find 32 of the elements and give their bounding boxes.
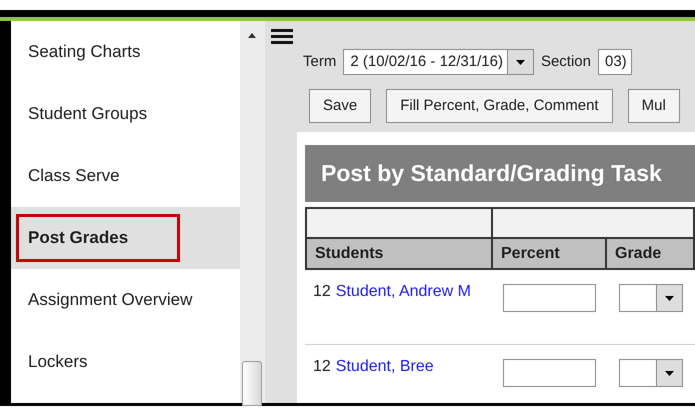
dropdown[interactable]: 2 (10/02/16 - 12/31/16) [343,49,534,75]
dropdown[interactable]: 03) [598,49,632,75]
sidebar-item[interactable]: Lockers [28,349,88,375]
column-header: Grade [614,244,662,264]
sidebar-item[interactable]: Post Grades [16,214,180,262]
menu-icon[interactable] [271,29,293,45]
up-arrow-icon[interactable] [248,33,256,38]
grade-level: 12 [313,282,331,302]
field-label: Section [540,52,591,72]
toolbar-button[interactable]: Mul [628,89,680,123]
caret-icon [665,296,674,300]
toolbar-button[interactable]: Save [309,89,372,123]
student-link[interactable]: Student, Bree [336,355,434,379]
grade-dropdown[interactable] [619,359,683,387]
caret-icon [665,370,674,376]
scrollbar-thumb[interactable] [242,361,262,406]
panel-header: Post by Standard/Grading Task [305,145,695,202]
percent-input[interactable] [503,359,596,387]
toolbar-button[interactable]: Fill Percent, Grade, Comment [386,89,613,123]
caret-icon [516,60,525,64]
grade-dropdown[interactable] [619,284,683,312]
sidebar-item[interactable]: Seating Charts [28,39,140,65]
column-header: Percent [493,239,607,268]
student-link[interactable]: Student, Andrew M [336,280,471,304]
column-header: Students [307,239,493,268]
grade-level: 12 [313,357,331,377]
sidebar-item[interactable]: Student Groups [28,101,148,127]
scrollbar[interactable] [240,21,265,403]
field-label: Term [303,52,336,72]
sidebar-item[interactable]: Assignment Overview [28,287,192,313]
sidebar-item[interactable]: Class Serve [28,163,120,189]
percent-input[interactable] [503,284,596,312]
